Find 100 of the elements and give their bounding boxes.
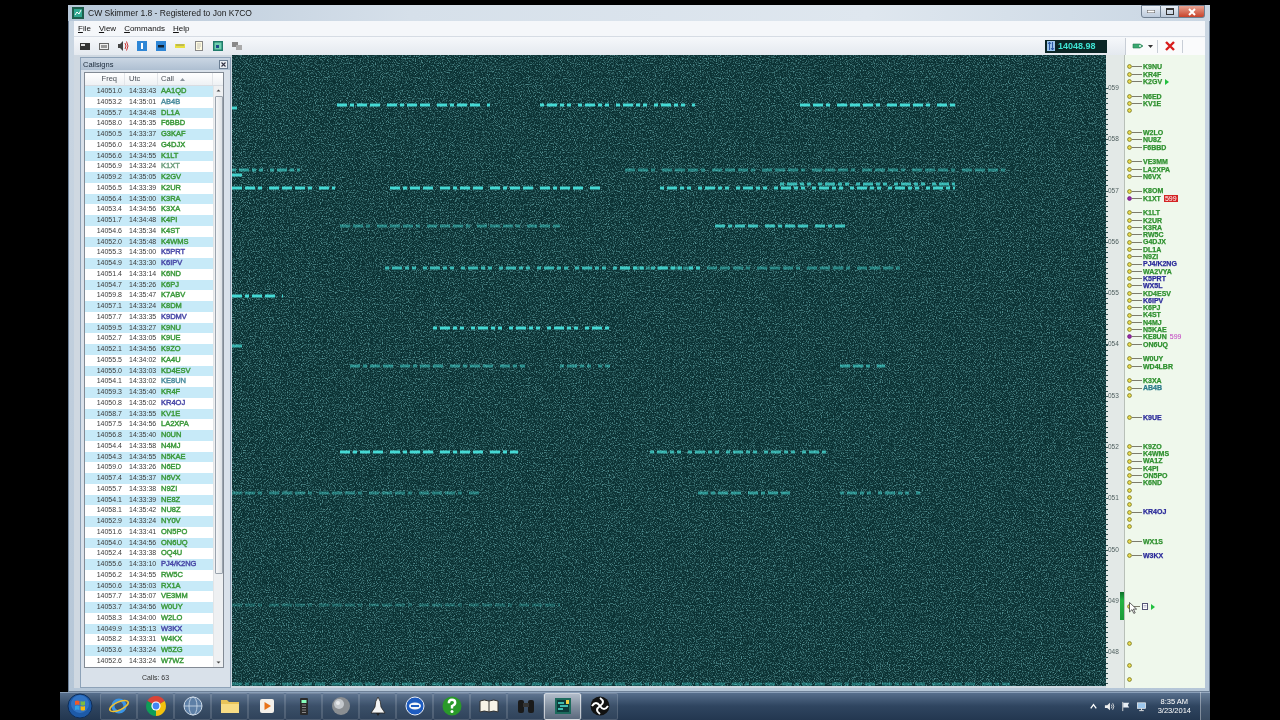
marker-dot-icon [1127, 524, 1132, 530]
tuning-marker[interactable] [1120, 592, 1124, 620]
window-title: CW Skimmer 1.8 - Registered to Jon K7CO [88, 8, 252, 18]
leader-line [1132, 460, 1142, 462]
start-orb-icon[interactable] [67, 693, 93, 719]
mouse-pointer-icon [1129, 602, 1137, 615]
taskbar-button[interactable] [100, 692, 137, 720]
taskbar-button[interactable] [211, 692, 248, 720]
leader-line [1132, 219, 1142, 221]
maximize-icon [1165, 8, 1174, 15]
leader-line [1132, 300, 1142, 301]
globe-icon [181, 695, 204, 717]
marker-dot-icon [1127, 108, 1132, 114]
monitor-icon[interactable] [212, 40, 224, 52]
leader-line [1132, 212, 1142, 214]
leader-line [1132, 416, 1142, 418]
leader-line [1132, 453, 1142, 455]
leader-line [1132, 168, 1142, 170]
taskbar-button[interactable] [174, 692, 211, 720]
menu-item[interactable]: Help [169, 21, 194, 36]
leader-line [1132, 263, 1142, 265]
notepad-icon[interactable] [193, 40, 205, 52]
marker-dot-icon [1127, 677, 1132, 683]
taskbar-button[interactable] [248, 692, 285, 720]
leader-line [1132, 81, 1142, 83]
leader-line [1132, 73, 1142, 75]
taskbar-button[interactable] [507, 692, 544, 720]
sort-arrow-icon [179, 77, 185, 81]
speaker-icon[interactable] [117, 40, 129, 52]
play-triangle-icon [1151, 603, 1155, 610]
leader-line [1132, 387, 1142, 389]
leader-line [1132, 132, 1142, 134]
marker-dot-icon [1127, 487, 1132, 493]
tuning-arrows-icon[interactable] [1047, 41, 1055, 51]
taskbar-button[interactable] [544, 692, 581, 720]
scrollbar-thumb[interactable] [214, 96, 223, 574]
marker-dot-icon [1127, 516, 1132, 522]
leader-line [1132, 336, 1142, 338]
leader-line [1132, 511, 1142, 513]
dropdown-caret-icon[interactable] [1148, 44, 1153, 48]
close-icon [221, 61, 226, 67]
leader-line [1132, 307, 1142, 309]
leader-line [1132, 139, 1142, 141]
leader-line [1132, 161, 1142, 163]
leader-line [1132, 175, 1142, 177]
leader-line [1132, 365, 1142, 367]
menu-item[interactable]: View [94, 21, 121, 36]
panel-close-button[interactable] [219, 59, 228, 69]
leader-line [1132, 445, 1142, 447]
maximize-button[interactable] [1161, 5, 1179, 18]
taskbar-button[interactable] [396, 692, 433, 720]
card-icon[interactable] [98, 40, 110, 52]
leader-line [1132, 467, 1142, 469]
leader-line [1132, 190, 1142, 192]
frequency-value: 14048.98 [1058, 39, 1096, 53]
leader-line [1132, 256, 1142, 258]
leader-line [1132, 540, 1142, 542]
taskbar-button[interactable] [433, 692, 470, 720]
tag-icon[interactable] [1132, 40, 1144, 52]
leader-line [1132, 555, 1142, 557]
leader-line [1132, 234, 1142, 236]
leader-line [1132, 66, 1142, 68]
close-icon [1187, 7, 1196, 16]
sphere-icon [329, 695, 352, 717]
taskbar-button[interactable] [581, 692, 618, 720]
leader-line [1132, 380, 1142, 382]
network-icon[interactable] [1135, 700, 1147, 712]
menu-item[interactable]: Commands [120, 21, 170, 36]
square-dash-icon[interactable] [155, 40, 167, 52]
square-bar-icon[interactable] [136, 40, 148, 52]
leader-line [1132, 241, 1142, 243]
leader-line [1132, 292, 1142, 294]
show-desktop-button[interactable] [1200, 692, 1210, 720]
tiles-icon[interactable] [231, 40, 243, 52]
leader-line [1132, 270, 1142, 272]
panel-icon[interactable] [79, 40, 91, 52]
menu-item[interactable]: File [74, 21, 95, 36]
taskbar-button[interactable] [137, 692, 174, 720]
leader-line [1132, 358, 1142, 360]
taskbar-button[interactable] [359, 692, 396, 720]
leader-line [1132, 146, 1142, 148]
speaker-icon[interactable] [1103, 700, 1115, 712]
leader-line [1132, 285, 1142, 287]
leader-line [1132, 482, 1142, 484]
leader-line [1132, 606, 1140, 608]
minimize-button[interactable] [1141, 5, 1161, 18]
close-button[interactable] [1179, 5, 1205, 18]
leader-line [1132, 329, 1142, 331]
flag-icon[interactable] [1119, 700, 1131, 712]
leader-line [1132, 227, 1142, 228]
leader-line [1132, 102, 1142, 104]
taskbar-button[interactable] [470, 692, 507, 720]
taskbar-button[interactable] [322, 692, 359, 720]
marker-dot-icon [1127, 640, 1132, 646]
x-mark-icon[interactable] [1164, 40, 1176, 52]
leader-line [1132, 321, 1142, 323]
marker-dot-icon [1127, 392, 1132, 398]
tricolor-wheel-icon [144, 695, 167, 717]
leader-line [1132, 314, 1142, 316]
minimize-icon [1147, 10, 1155, 13]
